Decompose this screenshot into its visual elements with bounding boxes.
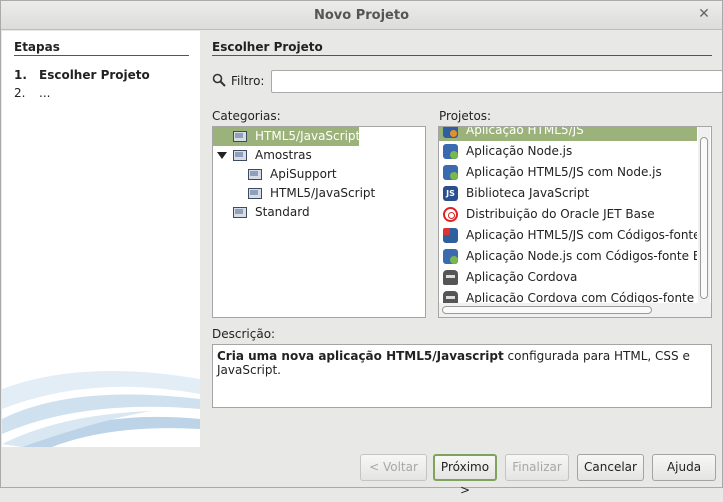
list-item[interactable]: Aplicação Node.js com Códigos-fonte Exis (439, 246, 697, 267)
steps-panel: Etapas 1. Escolher Projeto 2.... (2, 31, 200, 447)
tree-item-apisupport[interactable]: ApiSupport (213, 165, 337, 184)
html5-project-icon (443, 127, 458, 138)
list-item[interactable]: Aplicação HTML5/JS (439, 126, 697, 141)
vertical-scrollbar-thumb[interactable] (700, 137, 708, 299)
list-item-label: Aplicação HTML5/JS (466, 126, 584, 137)
folder-icon (233, 130, 247, 142)
html5-sources-icon (443, 228, 458, 243)
tree-item-label: HTML5/JavaScript (270, 186, 376, 200)
folder-icon (233, 206, 247, 218)
filter-input[interactable] (271, 70, 723, 93)
next-button[interactable]: Próximo > (433, 454, 497, 497)
list-item-label: Aplicação Cordova (466, 270, 578, 284)
folder-icon (248, 168, 262, 180)
main-header: Escolher Projeto (212, 40, 323, 54)
help-button[interactable]: Ajuda (652, 454, 716, 481)
list-item-label: Aplicação Node.js com Códigos-fonte Exis (466, 249, 697, 263)
search-icon (212, 73, 226, 87)
open-folder-icon (233, 149, 247, 161)
projects-label: Projetos: (439, 109, 492, 123)
back-button[interactable]: < Voltar (360, 454, 427, 481)
cancel-button[interactable]: Cancelar (577, 454, 644, 481)
finish-button[interactable]: Finalizar (505, 454, 569, 481)
step-item-1: 1. Escolher Projeto (14, 68, 150, 82)
list-item[interactable]: Aplicação Cordova (439, 267, 697, 288)
tree-item-samples-html5-javascript[interactable]: HTML5/JavaScript (213, 184, 375, 203)
horizontal-scrollbar[interactable] (439, 303, 711, 317)
filter-label: Filtro: (231, 74, 265, 88)
tree-item-amostras[interactable]: Amostras (213, 146, 312, 165)
description-bold: Cria uma nova aplicação HTML5/Javascript (217, 349, 504, 363)
decorative-swoosh-image (2, 349, 200, 447)
projects-list: Aplicação HTML5/JS Aplicação Node.js Apl… (438, 126, 712, 318)
horizontal-scrollbar-thumb[interactable] (442, 306, 652, 314)
nodejs-sources-icon (443, 249, 458, 264)
description-box: Cria uma nova aplicação HTML5/Javascript… (212, 344, 712, 408)
steps-header: Etapas (14, 40, 60, 54)
list-item-label: Biblioteca JavaScript (466, 186, 590, 200)
step-number: 2. (14, 86, 26, 100)
dialog-title: Novo Projeto (313, 8, 410, 23)
tree-item-label: Standard (255, 205, 310, 219)
title-bar: Novo Projeto ✕ (1, 1, 722, 30)
javascript-library-icon: JS (443, 186, 458, 201)
list-item-label: Aplicação Node.js (466, 144, 573, 158)
oracle-jet-icon (443, 207, 458, 222)
list-item-label: Distribuição do Oracle JET Base (466, 207, 655, 221)
list-item-label: Aplicação HTML5/JS com Node.js (466, 165, 662, 179)
tree-item-label: Amostras (255, 148, 312, 162)
nodejs-icon (443, 144, 458, 159)
tree-item-html5-javascript[interactable]: HTML5/JavaScript (213, 127, 361, 146)
steps-divider (14, 55, 189, 56)
cordova-icon (443, 270, 458, 285)
vertical-scrollbar[interactable] (698, 127, 710, 303)
description-label: Descrição: (212, 327, 276, 341)
list-item[interactable]: JS Biblioteca JavaScript (439, 183, 697, 204)
list-item[interactable]: Aplicação HTML5/JS com Node.js (439, 162, 697, 183)
categories-tree: HTML5/JavaScript Amostras ApiSupport HTM… (212, 126, 426, 318)
list-item[interactable]: Aplicação Node.js (439, 141, 697, 162)
tree-item-standard[interactable]: Standard (213, 203, 310, 222)
step-label: Escolher Projeto (39, 68, 150, 82)
html5-nodejs-icon (443, 165, 458, 180)
step-item-2: 2.... (14, 86, 50, 100)
new-project-dialog: Novo Projeto ✕ Etapas 1. Escolher Projeto… (0, 0, 723, 497)
list-item[interactable]: Aplicação HTML5/JS com Códigos-fonte E: (439, 225, 697, 246)
step-number: 1. (14, 68, 27, 82)
expand-toggle-icon[interactable] (217, 152, 227, 159)
folder-icon (248, 187, 262, 199)
close-icon[interactable]: ✕ (696, 6, 712, 22)
tree-item-label: ApiSupport (270, 167, 337, 181)
list-item-label: Aplicação HTML5/JS com Códigos-fonte E: (466, 228, 697, 242)
step-label: ... (39, 86, 51, 100)
tree-item-label: HTML5/JavaScript (255, 129, 361, 143)
list-item[interactable]: Distribuição do Oracle JET Base (439, 204, 697, 225)
categories-label: Categorias: (212, 109, 281, 123)
main-divider (212, 55, 712, 56)
